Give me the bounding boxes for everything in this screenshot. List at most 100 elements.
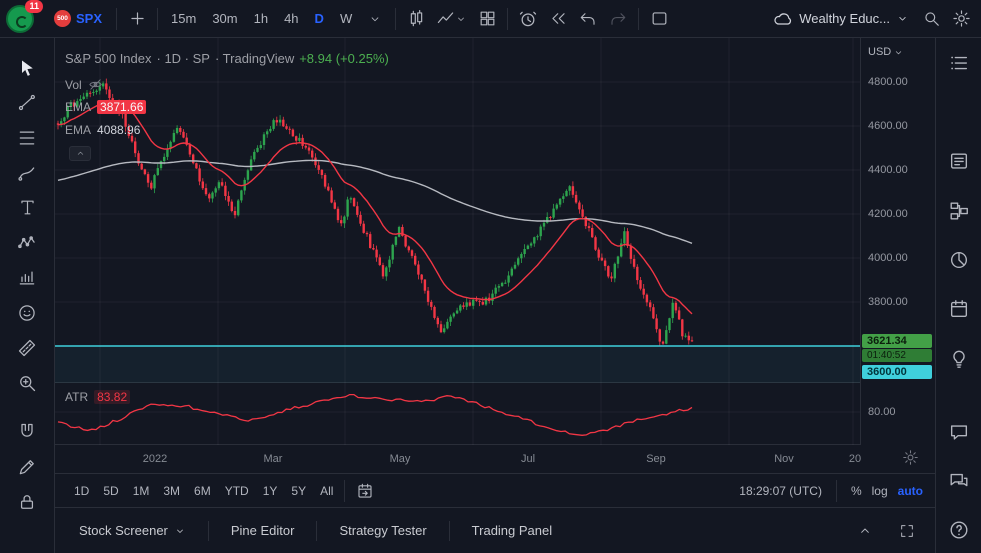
panel-open-button[interactable] [851,518,879,544]
expand-icon [899,523,915,539]
tool-text[interactable] [8,190,46,225]
quick-search-button[interactable] [917,5,945,33]
private-chat-button[interactable] [945,419,973,444]
tool-cursor[interactable] [8,50,46,85]
object-tree-button[interactable] [945,198,973,223]
chevron-up-icon [75,148,86,159]
tool-measure[interactable] [8,330,46,365]
symbol-legend[interactable]: S&P 500 Index · 1D · SP · TradingView +8… [65,51,389,66]
layout-select-button[interactable] [645,5,673,33]
legend-source: · TradingView [215,51,294,66]
watchlist-button[interactable] [945,50,973,75]
watchlist-icon [948,52,970,74]
help-button[interactable] [945,518,973,543]
eye-off-icon[interactable] [88,77,103,92]
tab-strategy-tester[interactable]: Strategy Tester [329,517,436,544]
interval-button-30m[interactable]: 30m [205,5,244,33]
legend-collapse-button[interactable] [69,146,91,161]
hotlists-button[interactable] [945,247,973,272]
chart-settings-button[interactable] [947,5,975,33]
tool-forecast[interactable] [8,260,46,295]
range-3m[interactable]: 3M [156,481,187,501]
tab-pine-editor[interactable]: Pine Editor [221,517,305,544]
chevron-down-icon [896,12,909,25]
scales-settings-button[interactable] [902,449,919,466]
atr-legend[interactable]: ATR 83.82 [65,390,130,404]
last-price-badge: 3621.34 [862,334,932,348]
alert-button[interactable] [514,5,542,33]
range-6m[interactable]: 6M [187,481,218,501]
tab-stock-screener[interactable]: Stock Screener [69,517,196,544]
ema-fast-legend[interactable]: EMA 3871.66 [65,100,146,114]
atr-pane[interactable] [55,383,860,445]
atr-indicator-chart[interactable] [55,383,860,445]
tool-zoom[interactable] [8,365,46,400]
tool-emoji[interactable] [8,295,46,330]
alarm-clock-icon [518,9,538,29]
chart-panes[interactable]: S&P 500 Index · 1D · SP · TradingView +8… [55,38,935,445]
redo-button[interactable] [604,5,632,33]
save-layout-menu[interactable]: Wealthy Educ... [773,9,909,29]
interval-button-4h[interactable]: 4h [277,5,305,33]
range-5y[interactable]: 5Y [284,481,313,501]
object-tree-icon [948,200,970,222]
indicators-button[interactable] [432,5,471,33]
interval-button-1w[interactable]: W [333,5,359,33]
interval-button-1d[interactable]: D [308,5,331,33]
panel-maximize-button[interactable] [893,518,921,544]
pattern-icon [17,233,37,253]
range-1d[interactable]: 1D [67,481,96,501]
symbol-logo: 500 [54,10,71,27]
range-1y[interactable]: 1Y [256,481,285,501]
tab-trading-panel[interactable]: Trading Panel [462,517,562,544]
ema-label: EMA [65,123,91,137]
interval-button-1h[interactable]: 1h [247,5,275,33]
symbol-search-button[interactable]: 500 SPX [46,5,110,33]
log-scale-button[interactable]: log [872,484,888,498]
tool-lock-drawings[interactable] [8,484,46,519]
ema-slow-legend[interactable]: EMA 4088.96 [65,123,140,137]
auto-scale-button[interactable]: auto [898,484,923,498]
clock-utc[interactable]: 18:29:07 (UTC) [739,484,822,498]
templates-grid-button[interactable] [473,5,501,33]
tool-magnet-mode[interactable] [8,414,46,449]
bar-replay-button[interactable] [544,5,572,33]
candlestick-chart[interactable] [55,38,860,383]
line-chart-icon [436,9,455,28]
magnet-icon [17,422,37,442]
price-axis[interactable]: USD 4800.00 4600.00 4400.00 4200.00 4000… [860,38,935,445]
tool-drawing-mode[interactable] [8,449,46,484]
price-pane[interactable] [55,38,860,383]
ideas-button[interactable] [945,346,973,371]
range-5d[interactable]: 5D [96,481,125,501]
alerts-button[interactable] [945,99,973,124]
divider [208,521,209,541]
plus-icon [128,9,147,28]
undo-button[interactable] [574,5,602,33]
volume-legend[interactable]: Vol [65,77,103,92]
range-ytd[interactable]: YTD [218,481,256,501]
currency-selector[interactable]: USD [868,46,904,58]
forecast-bars-icon [17,268,37,288]
tool-fib-retracement[interactable] [8,120,46,155]
text-icon [18,198,37,217]
tab-label: Stock Screener [79,523,168,538]
compare-add-symbol-button[interactable] [123,5,151,33]
interval-button-15m[interactable]: 15m [164,5,203,33]
public-chat-button[interactable] [945,468,973,493]
calendar-button[interactable] [945,296,973,321]
ruler-icon [17,338,37,358]
go-to-date-button[interactable] [349,479,381,503]
tool-trend-line[interactable] [8,85,46,120]
chart-type-candles-button[interactable] [402,5,430,33]
tool-brush[interactable] [8,155,46,190]
gear-icon [902,449,919,466]
range-1m[interactable]: 1M [126,481,157,501]
percent-scale-button[interactable]: % [851,484,862,498]
tool-xabcd-pattern[interactable] [8,225,46,260]
news-button[interactable] [945,149,973,174]
interval-dropdown-button[interactable] [361,5,389,33]
user-menu-button[interactable]: 11 [6,4,40,34]
range-all[interactable]: All [313,481,340,501]
time-axis[interactable]: 2022 Mar May Jul Sep Nov 20 [55,445,935,474]
